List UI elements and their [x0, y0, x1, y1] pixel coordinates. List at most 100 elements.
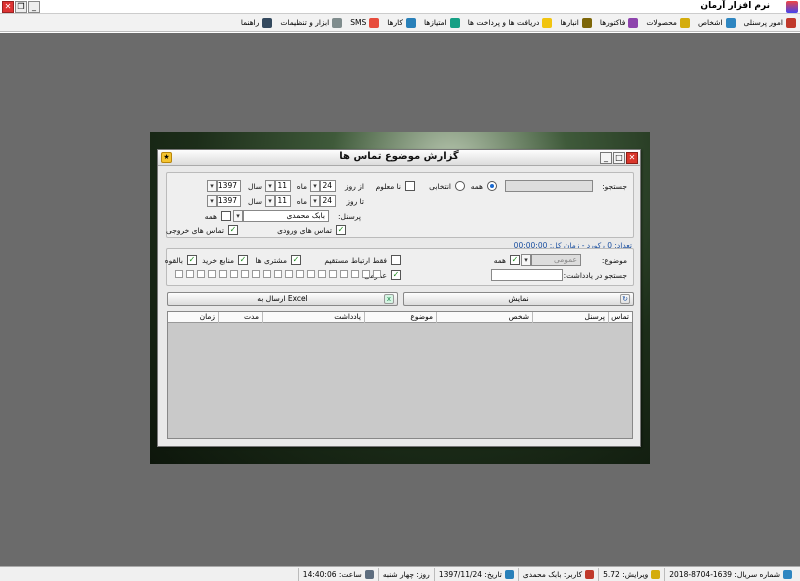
menu-item[interactable]: ابزار و تنظیمات	[280, 17, 343, 28]
menu-item-label: اشخاص	[697, 18, 723, 27]
menu-item[interactable]: امتیازها	[423, 17, 460, 28]
app-logo-icon	[786, 1, 798, 13]
clock-icon	[364, 569, 374, 579]
to-month-dropdown[interactable]: ▾	[265, 195, 275, 207]
grid-header: تماس پرسنل شخص موضوع یادداشت مدت زمان	[168, 312, 632, 323]
menu-bar: امور پرسنلی اشخاص محصولات فاکتورها انبارها در…	[0, 14, 800, 32]
from-month-input[interactable]: 11	[275, 180, 291, 192]
blank-checkbox[interactable]	[219, 270, 227, 278]
personnel-all-checkbox[interactable]	[221, 211, 231, 221]
from-year-input[interactable]: 1397	[217, 180, 241, 192]
pin-icon[interactable]: ★	[161, 152, 172, 163]
col-header-duration[interactable]: مدت	[218, 312, 262, 323]
staff-icon	[786, 17, 796, 28]
excel-icon: x	[384, 294, 394, 304]
subject-label: موضوع:	[601, 256, 627, 265]
menu-item[interactable]: دریافت ها و پرداخت ها	[467, 17, 553, 28]
excel-button[interactable]: x ارسال به Excel	[167, 292, 398, 306]
from-year-dropdown[interactable]: ▾	[207, 180, 217, 192]
status-item: ویرایش: 5.72	[598, 567, 664, 581]
results-grid[interactable]: تماس پرسنل شخص موضوع یادداشت مدت زمان	[167, 311, 633, 439]
menu-item-label: امتیازها	[423, 18, 447, 27]
outgoing-label: تماس های خروجی	[165, 226, 224, 235]
blank-checkbox[interactable]	[373, 270, 381, 278]
to-day-input[interactable]: 24	[320, 195, 336, 207]
app-title: نرم افزار آرمان	[700, 1, 770, 11]
close-button[interactable]: ✕	[2, 1, 14, 13]
menu-item[interactable]: محصولات	[646, 17, 690, 28]
blank-checkbox[interactable]	[197, 270, 205, 278]
potential-checkbox[interactable]: ✓	[187, 255, 197, 265]
blank-checkbox[interactable]	[186, 270, 194, 278]
blank-checkbox[interactable]	[285, 270, 293, 278]
col-header-personnel[interactable]: پرسنل	[532, 312, 608, 323]
from-day-dropdown[interactable]: ▾	[310, 180, 320, 192]
blank-checkbox[interactable]	[307, 270, 315, 278]
blank-checkbox[interactable]	[175, 270, 183, 278]
outgoing-checkbox[interactable]: ✓	[228, 225, 238, 235]
minimize-button[interactable]: _	[28, 1, 40, 13]
col-header-call[interactable]: تماس	[608, 312, 632, 323]
radio-select[interactable]	[455, 181, 465, 191]
col-header-time[interactable]: زمان	[168, 312, 218, 323]
sms-icon	[369, 17, 380, 28]
blank-checkbox[interactable]	[263, 270, 271, 278]
col-header-note[interactable]: یادداشت	[262, 312, 364, 323]
subject-dropdown[interactable]: ▾	[521, 254, 531, 266]
col-header-person[interactable]: شخص	[436, 312, 532, 323]
blank-checkbox[interactable]	[274, 270, 282, 278]
menu-item[interactable]: انبارها	[560, 17, 592, 28]
blank-checkbox[interactable]	[296, 270, 304, 278]
menu-item[interactable]: SMS	[350, 17, 380, 28]
show-button[interactable]: ↻ نمایش	[403, 292, 634, 306]
note-search-input[interactable]	[491, 269, 563, 281]
blank-checkbox[interactable]	[230, 270, 238, 278]
blank-checkbox[interactable]	[318, 270, 326, 278]
to-year-dropdown[interactable]: ▾	[207, 195, 217, 207]
radio-select-label: انتخابی	[429, 182, 451, 191]
menu-item[interactable]: اشخاص	[697, 17, 736, 28]
col-header-subject[interactable]: موضوع	[364, 312, 436, 323]
to-day-dropdown[interactable]: ▾	[310, 195, 320, 207]
customers-checkbox[interactable]: ✓	[291, 255, 301, 265]
note-search-label: جستجو در یادداشت:	[563, 271, 627, 280]
menu-item-label: SMS	[350, 18, 367, 27]
status-bar: شماره سریال: 1639-8704-2018 ویرایش: 5.72 ک…	[0, 566, 800, 581]
general-checkbox[interactable]: ✓	[391, 270, 401, 280]
blank-checkbox[interactable]	[340, 270, 348, 278]
subject-group: موضوع: عمومی ▾ ✓ همه فقط ارتباط مستقیم ✓…	[165, 248, 634, 286]
radio-all[interactable]	[487, 181, 497, 191]
from-day-input[interactable]: 24	[320, 180, 336, 192]
personnel-dropdown[interactable]: ▾	[233, 210, 243, 222]
personnel-all-label: همه	[204, 212, 217, 221]
subject-input[interactable]: عمومی	[531, 254, 581, 266]
personnel-input[interactable]: بابک محمدی	[243, 210, 329, 222]
incoming-label: تماس های ورودی	[277, 226, 332, 235]
menu-item[interactable]: فاکتورها	[600, 17, 639, 28]
tools-icon	[332, 17, 343, 28]
status-item-label: ساعت: 14:40:06	[302, 569, 362, 579]
purchase-sources-label: منابع خرید	[202, 256, 234, 265]
blank-checkbox[interactable]	[208, 270, 216, 278]
to-year-input[interactable]: 1397	[217, 195, 241, 207]
to-month-input[interactable]: 11	[275, 195, 291, 207]
purchase-sources-checkbox[interactable]: ✓	[238, 255, 248, 265]
blank-checkbox[interactable]	[351, 270, 359, 278]
menu-item[interactable]: راهنما	[241, 17, 273, 28]
restore-button[interactable]: ❐	[15, 1, 27, 13]
search-input[interactable]	[505, 180, 593, 192]
direct-only-checkbox[interactable]	[391, 255, 401, 265]
blank-checkbox[interactable]	[362, 270, 370, 278]
subject-all-checkbox[interactable]: ✓	[510, 255, 520, 265]
menu-item-label: دریافت ها و پرداخت ها	[467, 18, 540, 27]
menu-item[interactable]: کارها	[387, 17, 416, 28]
menu-item[interactable]: امور پرسنلی	[744, 17, 796, 28]
status-item-label: کاربر: بابک محمدی	[522, 569, 583, 579]
unknown-checkbox[interactable]	[405, 181, 415, 191]
blank-checkbox[interactable]	[241, 270, 249, 278]
blank-checkbox[interactable]	[329, 270, 337, 278]
from-month-dropdown[interactable]: ▾	[265, 180, 275, 192]
incoming-checkbox[interactable]: ✓	[336, 225, 346, 235]
products-icon	[679, 17, 690, 28]
blank-checkbox[interactable]	[252, 270, 260, 278]
